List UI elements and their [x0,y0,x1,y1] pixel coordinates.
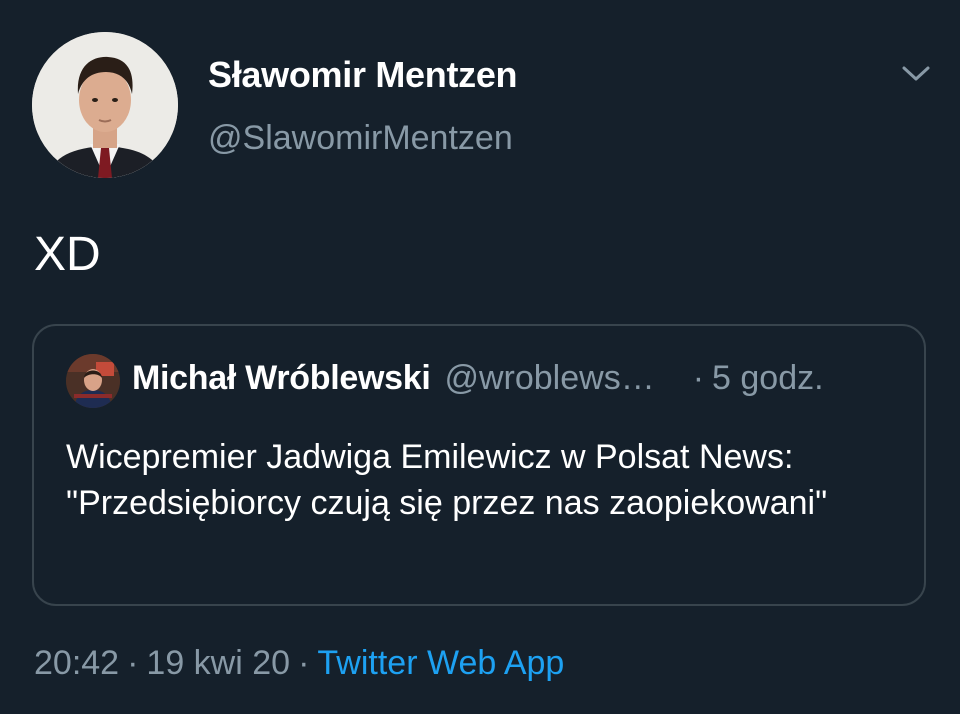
tweet-meta: 20:42 · 19 kwi 20 · Twitter Web App [34,644,564,683]
quoted-tweet-text: Wicepremier Jadwiga Emilewicz w Polsat N… [66,438,828,522]
tweet: Sławomir Mentzen @SlawomirMentzen XD Mic… [0,0,960,714]
author-display-name[interactable]: Sławomir Mentzen [208,54,518,96]
quoted-timestamp[interactable]: 5 godz. [712,359,824,398]
meta-separator: · [298,644,310,682]
quoted-author-handle[interactable]: @wroblews… [444,359,654,398]
author-avatar[interactable] [32,32,178,178]
tweet-time[interactable]: 20:42 [34,644,119,682]
quoted-header: Michał Wróblewski @wroblews… · 5 godz. [132,359,912,398]
meta-separator: · [127,644,139,682]
tweet-date[interactable]: 19 kwi 20 [146,644,290,682]
profile-photo-icon [66,354,120,408]
tweet-menu-button[interactable] [898,56,934,92]
chevron-down-icon [902,66,930,81]
quoted-author-name[interactable]: Michał Wróblewski [132,359,431,398]
profile-photo-icon [32,32,178,178]
tweet-source-link[interactable]: Twitter Web App [317,644,564,682]
quoted-separator: · [692,359,705,397]
quoted-author-avatar[interactable] [66,354,120,408]
tweet-text: XD [34,228,101,281]
author-handle[interactable]: @SlawomirMentzen [208,119,513,158]
quoted-tweet[interactable]: Michał Wróblewski @wroblews… · 5 godz. W… [32,324,926,606]
